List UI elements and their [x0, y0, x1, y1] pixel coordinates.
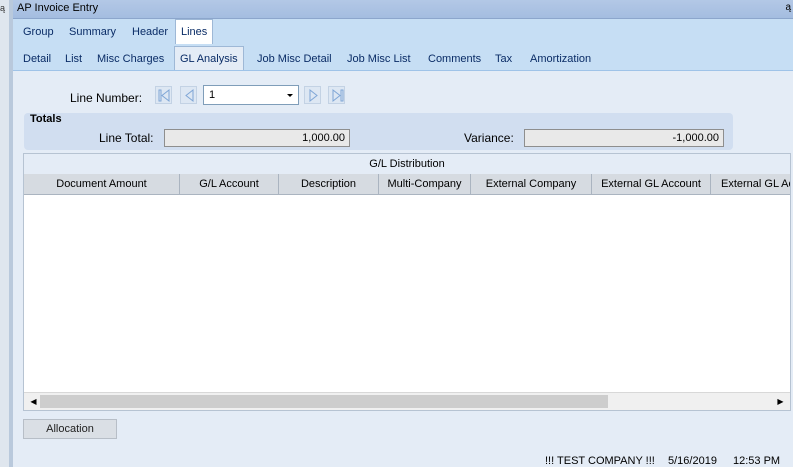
grid-title: G/L Distribution [24, 154, 790, 175]
line-number-value: 1 [209, 89, 216, 101]
scroll-left-icon[interactable]: ◀ [26, 394, 41, 409]
column-header-external-gl-account-2[interactable]: External GL Ac [711, 174, 790, 194]
status-date: 5/16/2019 [668, 455, 717, 467]
column-header-multi-company[interactable]: Multi-Company [379, 174, 471, 194]
tab-misc-charges[interactable]: Misc Charges [97, 53, 164, 65]
tab-group[interactable]: Group [23, 26, 54, 38]
prev-icon [185, 89, 194, 102]
line-number-label: Line Number: [70, 91, 143, 105]
window-title-bar: AP Invoice Entry ą [13, 0, 793, 19]
variance-label: Variance: [464, 131, 514, 145]
tab-gl-analysis[interactable]: GL Analysis [174, 46, 244, 70]
scroll-right-icon[interactable]: ▶ [773, 394, 788, 409]
tab-amortization[interactable]: Amortization [530, 53, 591, 65]
column-header-document-amount[interactable]: Document Amount [24, 174, 180, 194]
variance-field: -1,000.00 [524, 129, 724, 147]
line-total-label: Line Total: [99, 131, 154, 145]
tab-tax[interactable]: Tax [495, 53, 512, 65]
allocation-button[interactable]: Allocation [23, 419, 117, 439]
secondary-tab-bar: Detail List Misc Charges GL Analysis Job… [13, 44, 793, 71]
tab-comments[interactable]: Comments [428, 53, 481, 65]
gl-distribution-grid[interactable]: G/L Distribution Document Amount G/L Acc… [23, 153, 791, 411]
tab-summary[interactable]: Summary [69, 26, 116, 38]
window-title: AP Invoice Entry [17, 2, 99, 14]
grid-header-row: Document Amount G/L Account Description … [24, 174, 790, 195]
pin-icon[interactable]: ą [785, 2, 791, 13]
next-record-button[interactable] [304, 86, 321, 104]
line-total-field: 1,000.00 [164, 129, 350, 147]
tab-list[interactable]: List [65, 53, 82, 65]
totals-heading: Totals [30, 113, 62, 125]
next-icon [309, 89, 318, 102]
tab-job-misc-list[interactable]: Job Misc List [347, 53, 411, 65]
column-header-external-gl-account[interactable]: External GL Account [592, 174, 711, 194]
tab-job-misc-detail[interactable]: Job Misc Detail [257, 53, 332, 65]
column-header-external-company[interactable]: External Company [471, 174, 592, 194]
column-header-gl-account[interactable]: G/L Account [180, 174, 279, 194]
totals-panel: Totals Line Total: 1,000.00 Variance: -1… [24, 113, 733, 150]
tab-lines[interactable]: Lines [175, 19, 214, 44]
last-record-button[interactable] [328, 86, 345, 104]
previous-record-button[interactable] [180, 86, 197, 104]
last-icon [332, 89, 344, 102]
pin-icon[interactable]: ą [0, 3, 5, 13]
status-time: 12:53 PM [733, 455, 781, 467]
first-record-button[interactable] [155, 86, 172, 104]
first-icon [158, 89, 170, 102]
horizontal-scrollbar[interactable]: ◀ ▶ [24, 392, 790, 410]
tab-header[interactable]: Header [132, 26, 168, 38]
status-company: !!! TEST COMPANY !!! [545, 455, 655, 467]
line-number-select[interactable]: 1 [203, 85, 299, 105]
scrollbar-thumb[interactable] [40, 395, 608, 408]
chevron-down-icon[interactable] [283, 87, 297, 103]
column-header-description[interactable]: Description [279, 174, 379, 194]
tab-detail[interactable]: Detail [23, 53, 51, 65]
primary-tab-bar: Group Summary Header Lines [13, 19, 793, 44]
